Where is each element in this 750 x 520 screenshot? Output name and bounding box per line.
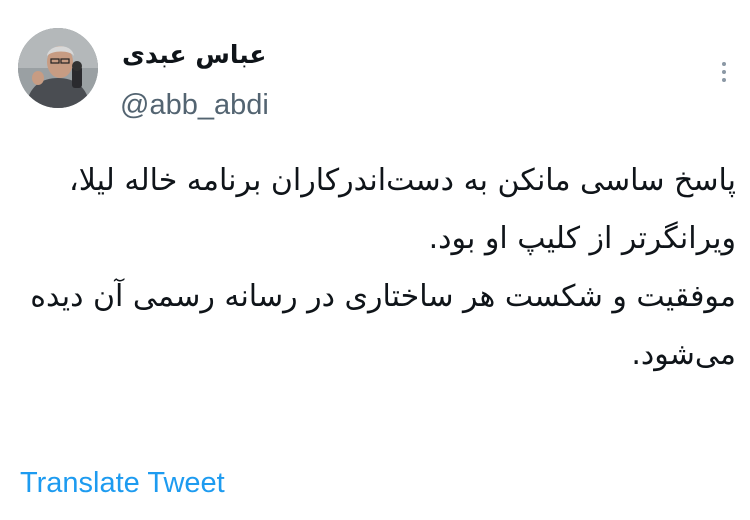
username[interactable]: @abb_abdi <box>120 88 269 122</box>
more-vertical-icon <box>722 78 726 82</box>
tweet-text-line: موفقیت و شکست هر ساختاری در رسانه رسمی آ… <box>30 279 736 314</box>
tweet-text-line: می‌شود. <box>631 337 736 372</box>
avatar-photo <box>18 28 98 108</box>
tweet-text-line: ویرانگرتر از کلیپ او بود. <box>428 221 736 256</box>
tweet-text: پاسخ ساسی مانکن به دست‌اندرکاران برنامه … <box>16 152 736 384</box>
display-name[interactable]: عباس عبدی <box>122 40 267 70</box>
more-options-button[interactable] <box>710 52 738 92</box>
more-vertical-icon <box>722 62 726 66</box>
more-vertical-icon <box>722 70 726 74</box>
translate-tweet-link[interactable]: Translate Tweet <box>20 466 225 500</box>
avatar[interactable] <box>18 28 98 108</box>
tweet-text-line: پاسخ ساسی مانکن به دست‌اندرکاران برنامه … <box>69 163 736 198</box>
tweet-card: عباس عبدی @abb_abdi پاسخ ساسی مانکن به د… <box>0 0 750 520</box>
